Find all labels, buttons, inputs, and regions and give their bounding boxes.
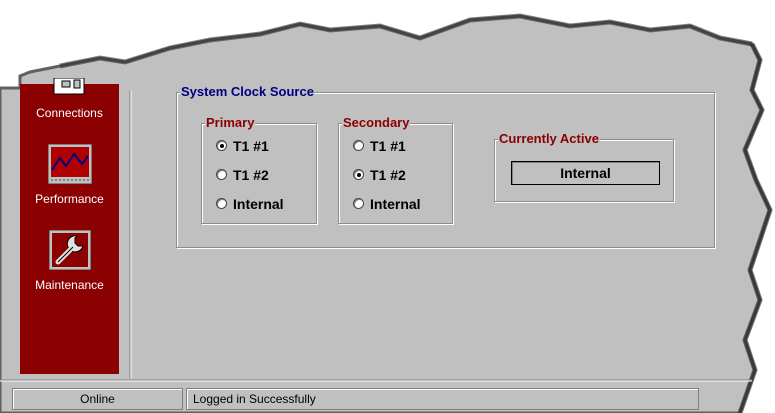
radio-label: T1 #1 <box>233 138 269 154</box>
radio-button[interactable] <box>353 140 364 151</box>
app-window: Connections Performance Maintenance Syst <box>0 0 775 413</box>
sidebar-item-performance[interactable]: Performance <box>20 142 119 212</box>
secondary-title: Secondary <box>342 115 411 130</box>
currently-active-value: Internal <box>511 161 660 185</box>
connections-icon <box>53 78 85 95</box>
currently-active-title: Currently Active <box>498 131 600 146</box>
radio-button[interactable] <box>353 198 364 209</box>
status-message: Logged in Successfully <box>186 388 699 410</box>
sidebar-item-label: Maintenance <box>35 278 104 292</box>
radio-label: Internal <box>370 196 421 212</box>
sidebar: Connections Performance Maintenance <box>20 78 119 374</box>
group-title: System Clock Source <box>180 84 315 99</box>
performance-chart-icon <box>48 144 92 184</box>
sidebar-item-connections[interactable]: Connections <box>20 78 119 129</box>
radio-label: T1 #2 <box>370 167 406 183</box>
sidebar-item-maintenance[interactable]: Maintenance <box>20 228 119 298</box>
primary-title: Primary <box>205 115 256 130</box>
radio-label: Internal <box>233 196 284 212</box>
radio-button[interactable] <box>216 198 227 209</box>
radio-label: T1 #2 <box>233 167 269 183</box>
radio-button[interactable] <box>216 140 227 151</box>
status-connection: Online <box>12 388 183 410</box>
sidebar-item-label: Connections <box>36 106 103 120</box>
wrench-icon <box>49 230 91 270</box>
radio-label: T1 #1 <box>370 138 406 154</box>
radio-button[interactable] <box>353 169 364 180</box>
radio-button[interactable] <box>216 169 227 180</box>
sidebar-item-label: Performance <box>35 192 104 206</box>
